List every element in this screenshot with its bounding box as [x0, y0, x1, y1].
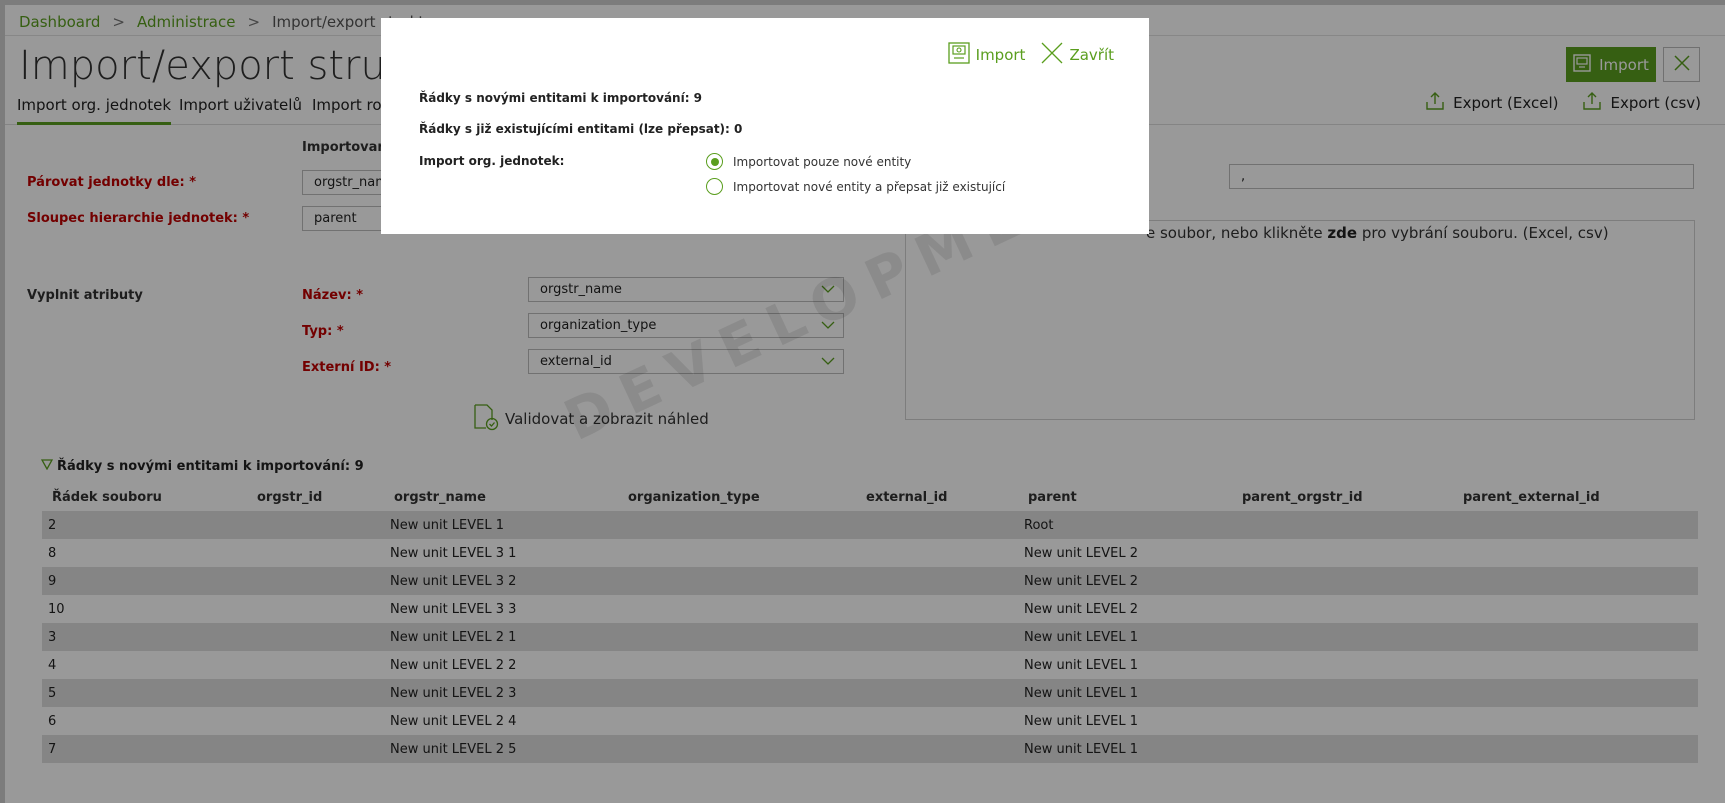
import-icon [947, 42, 970, 68]
radio-import-and-overwrite[interactable]: Importovat nové entity a přepsat již exi… [706, 178, 1005, 195]
import-mode-label: Import org. jednotek: [419, 154, 565, 168]
radio-selected-icon [706, 153, 723, 170]
radio-unselected-icon [706, 178, 723, 195]
radio-import-new-only-label: Importovat pouze nové entity [733, 154, 912, 169]
existing-rows-count: Řádky s již existujícími entitami (lze p… [419, 122, 743, 136]
radio-import-new-only[interactable]: Importovat pouze nové entity [706, 153, 911, 170]
dialog-close-button[interactable]: Zavřít [1041, 42, 1114, 68]
close-icon [1041, 42, 1063, 68]
new-rows-count: Řádky s novými entitami k importování: 9 [419, 91, 703, 105]
dialog-import-button[interactable]: Import [947, 42, 1026, 68]
import-confirm-dialog: Import Zavřít Řádky s novými entitami k … [381, 18, 1149, 234]
dialog-close-label: Zavřít [1069, 46, 1114, 64]
radio-import-and-overwrite-label: Importovat nové entity a přepsat již exi… [733, 179, 1006, 194]
dialog-import-label: Import [975, 46, 1026, 64]
dialog-actions: Import Zavřít [947, 42, 1114, 68]
